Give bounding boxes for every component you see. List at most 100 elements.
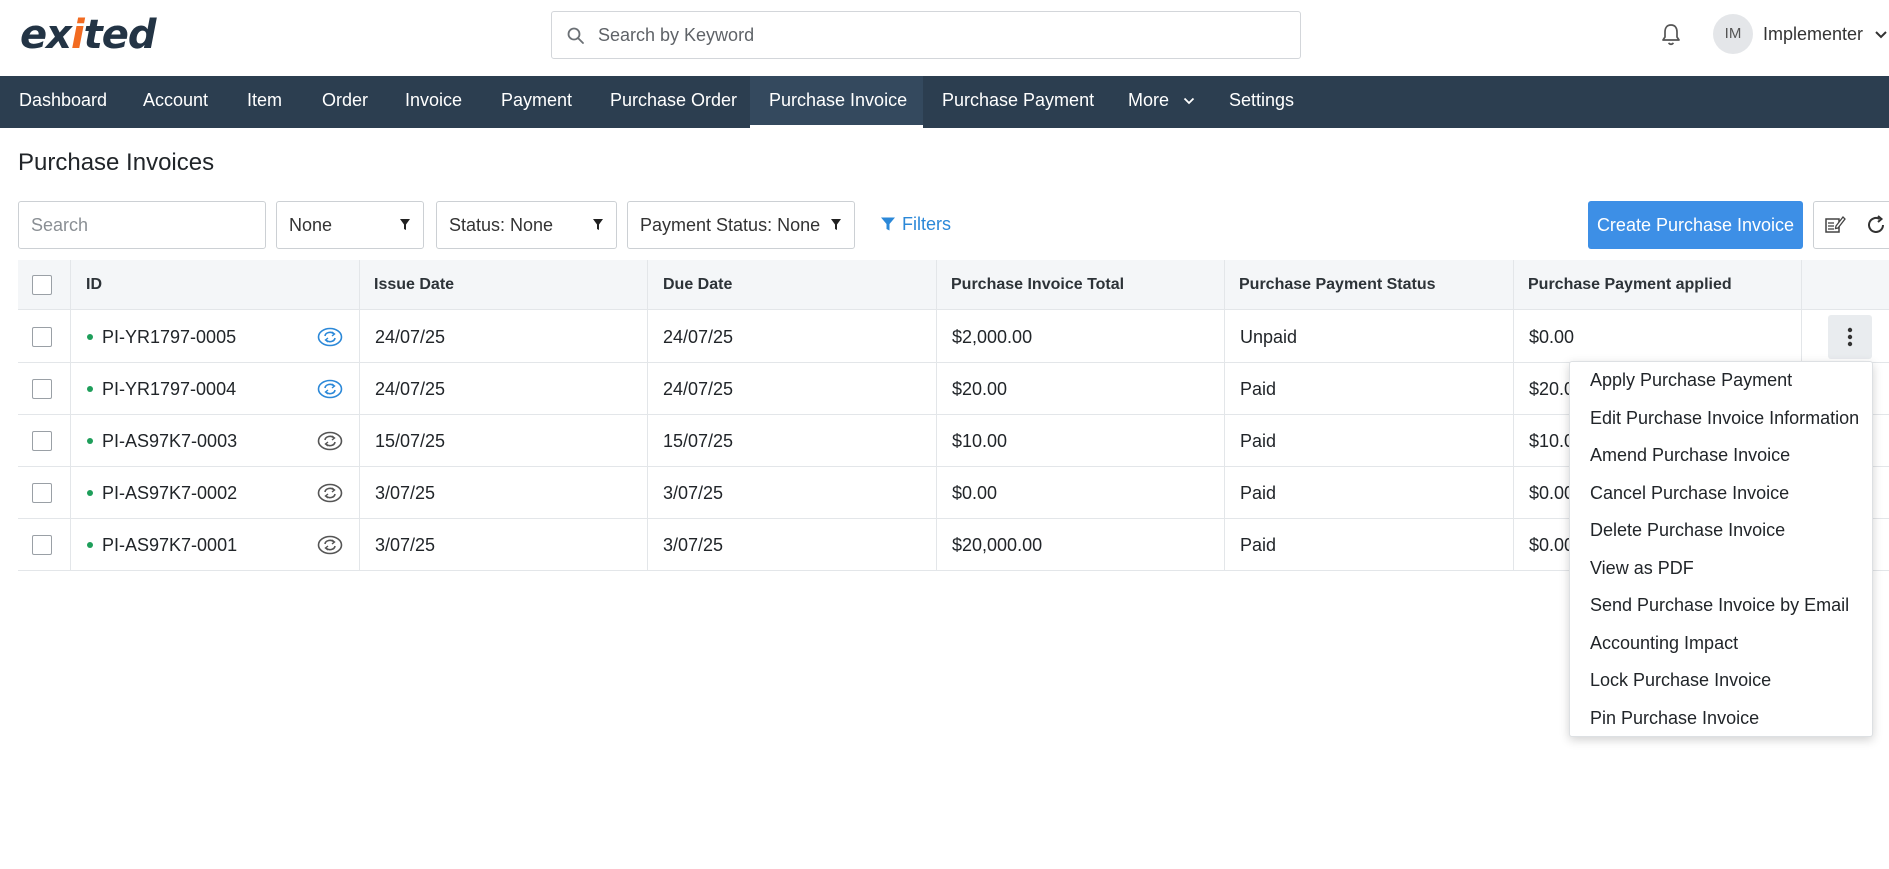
column-header-total[interactable]: Purchase Invoice Total [951, 260, 1124, 310]
cell-due-date: 24/07/25 [663, 379, 734, 399]
cell-id[interactable]: PI-AS97K7-0002 [102, 467, 237, 519]
menu-item-cancel-purchase-invoice[interactable]: Cancel Purchase Invoice [1570, 475, 1872, 512]
nav-label: Dashboard [19, 90, 108, 110]
cell-issue-date: 24/07/25 [375, 327, 446, 347]
nav-purchase-invoice[interactable]: Purchase Invoice [750, 76, 923, 128]
row-actions-button[interactable] [1828, 315, 1872, 359]
cell-id[interactable]: PI-AS97K7-0001 [102, 519, 237, 571]
nav-label: Purchase Invoice [769, 90, 908, 110]
nav-settings[interactable]: Settings [1210, 76, 1313, 128]
nav-purchase-payment[interactable]: Purchase Payment [923, 76, 1113, 128]
cell-id[interactable]: PI-AS97K7-0003 [102, 415, 237, 467]
table-header: ID Issue Date Due Date Purchase Invoice … [18, 260, 1889, 310]
menu-item-pin-purchase-invoice[interactable]: Pin Purchase Invoice [1570, 700, 1872, 737]
cell-issue-date: 24/07/25 [375, 379, 446, 399]
nav-label: Order [322, 90, 369, 110]
user-name[interactable]: Implementer [1763, 24, 1863, 45]
column-header-issue-date[interactable]: Issue Date [374, 260, 454, 310]
sync-icon[interactable] [317, 431, 343, 451]
nav-label: More [1128, 90, 1170, 110]
cell-id[interactable]: PI-YR1797-0005 [102, 311, 236, 363]
column-header-payment-applied[interactable]: Purchase Payment applied [1528, 260, 1732, 310]
payment-status-filter-select[interactable]: Payment Status: None [627, 201, 855, 249]
edit-columns-icon [1825, 216, 1846, 233]
cell-payment-applied: $10.0 [1529, 431, 1575, 451]
cell-payment-applied: $0.00 [1529, 535, 1575, 555]
nav-order[interactable]: Order [303, 76, 387, 128]
cell-due-date: 24/07/25 [663, 327, 734, 347]
row-checkbox[interactable] [32, 431, 52, 451]
logo-part: ex [20, 12, 72, 58]
create-purchase-invoice-button[interactable]: Create Purchase Invoice [1588, 201, 1803, 249]
row-checkbox[interactable] [32, 535, 52, 555]
nav-purchase-order[interactable]: Purchase Order [591, 76, 756, 128]
bell-icon[interactable] [1659, 22, 1683, 48]
global-search[interactable] [551, 11, 1301, 59]
nav-dashboard[interactable]: Dashboard [0, 76, 126, 128]
menu-item-amend-purchase-invoice[interactable]: Amend Purchase Invoice [1570, 437, 1872, 474]
page-title: Purchase Invoices [18, 149, 215, 176]
menu-item-view-as-pdf[interactable]: View as PDF [1570, 550, 1872, 587]
avatar[interactable]: IM [1713, 14, 1753, 54]
sync-icon[interactable] [317, 327, 343, 347]
status-dot [87, 542, 93, 548]
cell-payment-applied: $0.00 [1529, 327, 1575, 347]
logo-accent: i [70, 12, 85, 58]
refresh-button[interactable] [1856, 201, 1889, 249]
menu-item-accounting-impact[interactable]: Accounting Impact [1570, 625, 1872, 662]
nav-label: Invoice [405, 90, 463, 110]
table-row[interactable]: PI-YR1797-0005 24/07/25 24/07/25 $2,000.… [18, 311, 1889, 363]
menu-item-delete-purchase-invoice[interactable]: Delete Purchase Invoice [1570, 512, 1872, 549]
filters-label: Filters [902, 214, 951, 234]
column-header-id[interactable]: ID [86, 260, 102, 310]
column-header-payment-status[interactable]: Purchase Payment Status [1239, 260, 1436, 310]
nav-item[interactable]: Item [228, 76, 301, 128]
cell-total: $2,000.00 [952, 327, 1033, 347]
sync-icon[interactable] [317, 535, 343, 555]
cell-payment-status: Unpaid [1240, 327, 1298, 347]
nav-label: Purchase Payment [942, 90, 1095, 110]
nav-account[interactable]: Account [124, 76, 227, 128]
menu-item-edit-purchase-invoice[interactable]: Edit Purchase Invoice Information [1570, 400, 1872, 437]
filter-icon [831, 219, 841, 230]
main-nav: Dashboard Account Item Order Invoice Pay… [0, 76, 1889, 128]
nav-label: Account [143, 90, 209, 110]
nav-more[interactable]: More [1109, 76, 1214, 128]
logo-part: ted [83, 12, 157, 58]
filter-icon [593, 219, 603, 230]
column-divider [1513, 260, 1514, 570]
cell-id[interactable]: PI-YR1797-0004 [102, 363, 236, 415]
cell-payment-status: Paid [1240, 483, 1277, 503]
chevron-down-icon [1183, 98, 1195, 105]
row-checkbox[interactable] [32, 327, 52, 347]
menu-item-lock-purchase-invoice[interactable]: Lock Purchase Invoice [1570, 662, 1872, 699]
cell-total: $0.00 [952, 483, 998, 503]
list-search-input[interactable]: Search [18, 201, 266, 249]
nav-label: Purchase Order [610, 90, 738, 110]
column-divider [936, 260, 937, 570]
nav-payment[interactable]: Payment [482, 76, 591, 128]
status-dot [87, 334, 93, 340]
column-header-due-date[interactable]: Due Date [663, 260, 732, 310]
nav-invoice[interactable]: Invoice [386, 76, 481, 128]
filters-link[interactable]: Filters [880, 214, 951, 235]
select-all-checkbox[interactable] [32, 275, 52, 295]
status-filter-select[interactable]: Status: None [436, 201, 617, 249]
menu-item-apply-purchase-payment[interactable]: Apply Purchase Payment [1570, 362, 1872, 399]
global-search-input[interactable] [598, 20, 1288, 50]
sync-icon[interactable] [317, 483, 343, 503]
row-checkbox[interactable] [32, 379, 52, 399]
sync-icon[interactable] [317, 379, 343, 399]
filter-icon [881, 217, 895, 231]
logo[interactable]: exited [20, 12, 157, 58]
menu-item-send-by-email[interactable]: Send Purchase Invoice by Email [1570, 587, 1872, 624]
edit-columns-button[interactable] [1813, 201, 1857, 249]
cell-payment-status: Paid [1240, 535, 1277, 555]
chevron-down-icon[interactable] [1874, 30, 1888, 40]
column-divider [70, 260, 71, 570]
cell-issue-date: 3/07/25 [375, 483, 436, 503]
row-actions-menu: Apply Purchase Payment Edit Purchase Inv… [1569, 361, 1873, 737]
row-checkbox[interactable] [32, 483, 52, 503]
status-dot [87, 438, 93, 444]
view-filter-select[interactable]: None [276, 201, 424, 249]
